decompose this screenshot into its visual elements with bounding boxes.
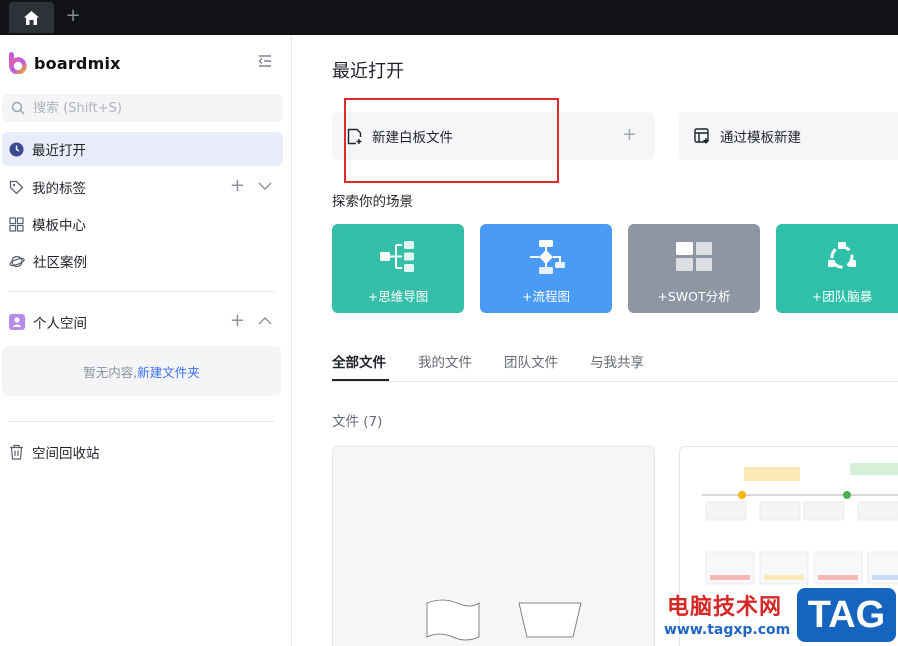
- scene-label: +SWOT分析: [657, 289, 731, 304]
- grid-icon: [9, 216, 24, 232]
- scene-card-mindmap[interactable]: +思维导图: [332, 224, 464, 313]
- add-tag-icon[interactable]: +: [230, 177, 245, 195]
- sidebar-divider: [8, 421, 275, 422]
- empty-space-notice: 暂无内容, 新建文件夹: [2, 346, 281, 396]
- boardmix-logo-icon: [9, 52, 27, 74]
- sidebar-item-label: 空间回收站: [32, 446, 100, 462]
- search-icon: [11, 101, 25, 115]
- sidebar-item-personal-space[interactable]: 个人空间 +: [2, 305, 283, 339]
- scene-card-flowchart[interactable]: +流程图: [480, 224, 612, 313]
- sidebar-item-label: 最近打开: [32, 143, 86, 159]
- tab-my-files[interactable]: 我的文件: [418, 351, 472, 371]
- sidebar-item-label: 社区案例: [33, 255, 87, 271]
- watermark-url: www.tagxp.com: [664, 622, 791, 638]
- file-card[interactable]: [332, 446, 655, 646]
- collapse-sidebar-icon[interactable]: [256, 52, 274, 70]
- scene-card-brainstorm[interactable]: +团队脑暴: [776, 224, 898, 313]
- new-from-template-label: 通过模板新建: [720, 130, 801, 146]
- sidebar-item-recent[interactable]: 最近打开: [2, 132, 283, 166]
- new-tab-button[interactable]: +: [62, 4, 84, 28]
- empty-text: 暂无内容,: [83, 364, 138, 380]
- sidebar-item-trash[interactable]: 空间回收站: [2, 435, 283, 469]
- tab-shared-with-me[interactable]: 与我共享: [590, 351, 644, 371]
- main-content: 最近打开 新建白板文件 + 通过模板新建 探索你的场景 +思维导图 +流程图 +…: [292, 35, 898, 646]
- tab-team-files[interactable]: 团队文件: [504, 351, 558, 371]
- sidebar-item-label: 个人空间: [33, 316, 87, 332]
- plus-icon: +: [621, 124, 637, 145]
- flowchart-icon: [530, 240, 565, 274]
- sidebar-item-tags[interactable]: 我的标签 +: [2, 170, 283, 204]
- file-thumbnail: [426, 599, 582, 641]
- scene-card-swot[interactable]: +SWOT分析: [628, 224, 760, 313]
- home-icon: [24, 10, 39, 25]
- trash-icon: [10, 444, 23, 460]
- watermark-tag-logo: TAG: [797, 588, 896, 642]
- sidebar-item-label: 我的标签: [32, 181, 86, 197]
- watermark: 电脑技术网 www.tagxp.com TAG: [660, 586, 898, 646]
- logo-text: boardmix: [34, 53, 121, 73]
- person-icon: [9, 314, 25, 330]
- watermark-text: 电脑技术网: [667, 595, 783, 620]
- tab-all-files[interactable]: 全部文件: [332, 351, 386, 371]
- scene-label: +流程图: [522, 289, 570, 304]
- page-title: 最近打开: [332, 61, 404, 82]
- new-from-template-button[interactable]: 通过模板新建: [679, 112, 898, 160]
- new-folder-link[interactable]: 新建文件夹: [137, 362, 200, 381]
- planet-icon: [9, 255, 25, 267]
- highlight-annotation-box: [344, 98, 559, 183]
- home-tab[interactable]: [9, 2, 54, 33]
- template-icon: [694, 128, 709, 144]
- scenes-title: 探索你的场景: [332, 194, 413, 210]
- browser-tab-bar: +: [0, 0, 898, 35]
- scene-label: +思维导图: [367, 289, 429, 304]
- scene-label: +团队脑暴: [811, 289, 873, 304]
- chevron-down-icon[interactable]: [257, 177, 273, 195]
- mindmap-icon: [380, 241, 414, 272]
- brainstorm-icon: [828, 242, 856, 269]
- sidebar-item-templates[interactable]: 模板中心: [2, 207, 283, 241]
- sidebar-divider: [8, 291, 275, 292]
- file-tabs: 全部文件 我的文件 团队文件 与我共享: [332, 351, 644, 371]
- chevron-up-icon[interactable]: [257, 312, 273, 330]
- sidebar: boardmix 最近打开 我的标签 +: [0, 35, 292, 646]
- logo: boardmix: [8, 52, 121, 74]
- tabs-divider: [332, 381, 898, 382]
- sidebar-item-label: 模板中心: [32, 218, 86, 234]
- clock-icon: [9, 142, 24, 156]
- swot-icon: [676, 242, 712, 271]
- search-input[interactable]: [33, 100, 263, 116]
- add-space-icon[interactable]: +: [230, 312, 245, 330]
- sidebar-item-community[interactable]: 社区案例: [2, 244, 283, 278]
- tag-icon: [9, 180, 24, 194]
- search-box[interactable]: [2, 94, 283, 122]
- files-count: 文件 (7): [332, 414, 383, 430]
